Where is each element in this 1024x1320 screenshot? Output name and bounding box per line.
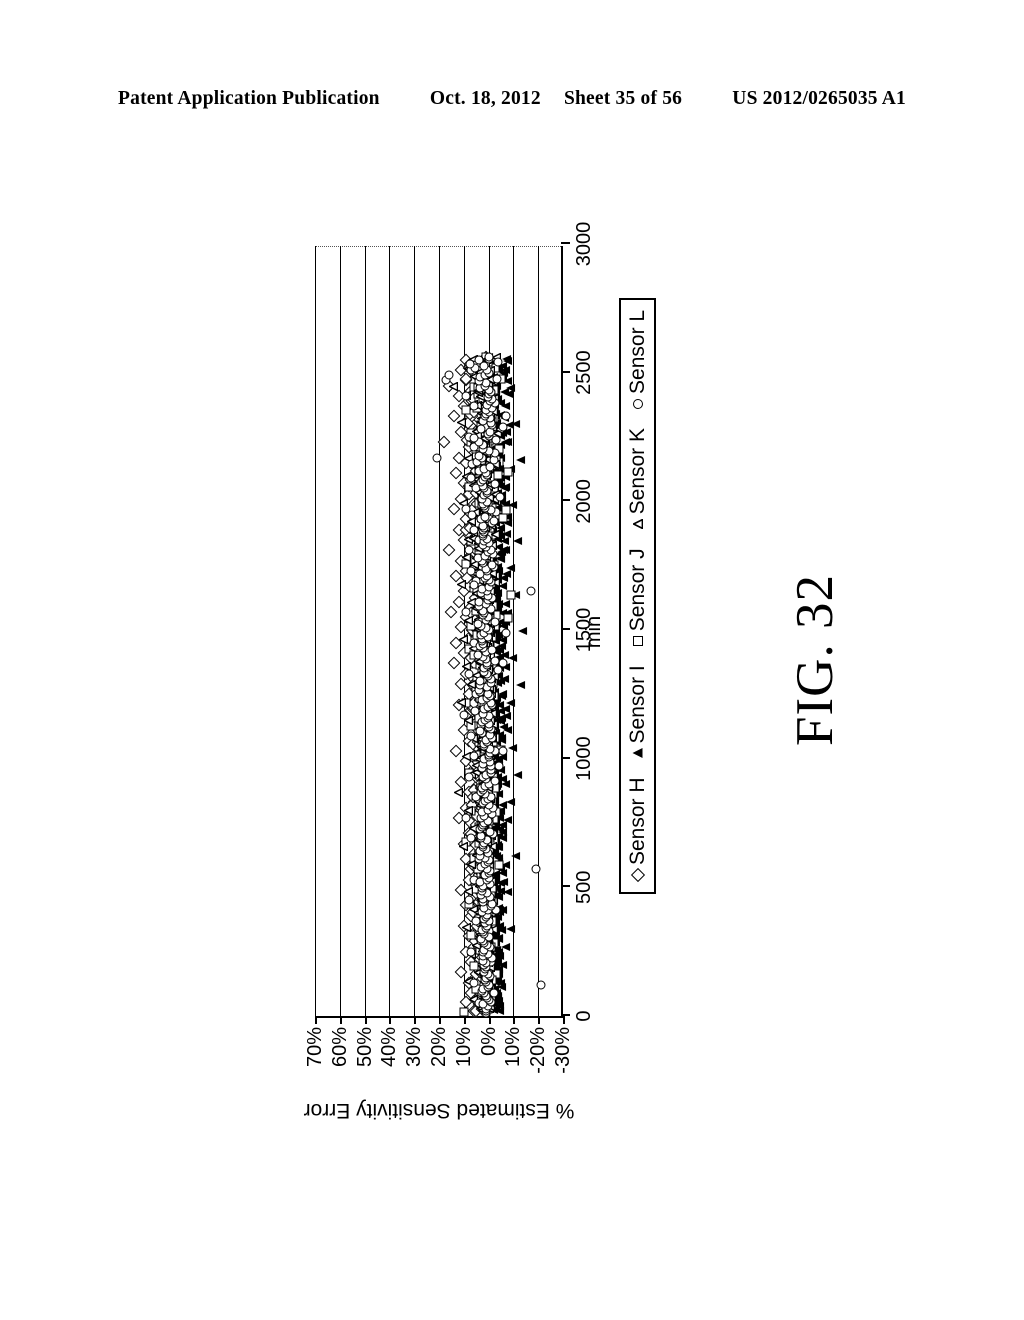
data-point-open-circle [467,510,477,520]
patent-header: Patent Application Publication Oct. 18, … [0,88,1024,110]
data-point-open-circle [470,706,480,716]
y-tick [439,1016,441,1024]
y-tick-label: 30% [403,1027,426,1068]
chart-legend: Sensor H Sensor I Sensor J Sensor K Sensor L [619,297,657,894]
legend-label: Sensor I [626,665,650,744]
y-tick-label: 10% [452,1027,475,1068]
data-point-open-circle [487,645,497,655]
legend-entry-sensor-j[interactable]: Sensor J [626,548,650,648]
x-tick [561,885,570,888]
data-point-open-circle [469,433,479,443]
y-tick [364,1016,367,1024]
data-point-open-square [632,636,643,647]
publication-label: Patent Application Publication [118,88,380,109]
data-point-open-circle [490,656,500,666]
data-point-open-circle [465,359,475,369]
data-point-open-circle [489,516,499,526]
y-tick [339,1016,342,1024]
data-point-open-circle [476,424,486,434]
x-tick [561,499,570,502]
y-tick-label: 20% [428,1027,450,1068]
y-tick-label: -20% [527,1027,550,1074]
legend-entry-sensor-k[interactable]: Sensor K [626,427,650,531]
legend-label: Sensor J [626,548,650,632]
x-tick [561,1014,570,1016]
publication-date: Oct. 18, 2012 [429,88,541,109]
data-point-open-circle [475,726,485,736]
x-tick [561,242,570,244]
open-triangle-icon [631,517,645,531]
open-square-icon [631,634,645,648]
data-point-open-circle [491,435,501,445]
y-tick-label: 60% [328,1027,351,1068]
document-number: US 2012/0265035 A1 [732,88,906,109]
legend-label: Sensor L [626,309,650,394]
data-point-open-circle [474,597,484,607]
data-point-open-diamond [630,867,645,883]
y-tick [315,1016,317,1024]
y-tick [538,1016,541,1024]
data-point-open-circle [493,357,503,367]
data-point-open-circle [498,422,508,432]
y-tick-label: -30% [552,1027,574,1074]
y-tick-label: 10% [502,1027,525,1068]
y-tick [563,1016,565,1024]
data-point-open-circle [492,374,502,384]
x-tick [561,756,570,759]
y-tick-label: 0% [477,1027,500,1056]
y-tick [414,1016,417,1024]
y-tick [463,1016,466,1024]
x-tick [561,628,570,630]
data-point-open-circle [490,776,500,786]
open-diamond-icon [630,867,645,883]
data-point-open-circle [632,398,643,409]
legend-label: Sensor H [626,777,650,865]
y-tick [389,1016,392,1024]
data-point-open-circle [487,560,497,570]
y-tick-label: 70% [304,1027,326,1068]
legend-label: Sensor K [626,427,650,515]
sheet-number: Sheet 35 of 56 [563,88,683,109]
x-tick [561,370,570,373]
y-axis-title-text: % Estimated Sensitivity Error [303,1099,575,1122]
open-circle-icon [631,397,645,411]
data-point-open-circle [493,665,503,675]
data-point-open-circle [469,580,479,590]
series-sensor-l-cluster [315,246,561,1016]
figure-32: % Estimated Sensitivity Error 70% 60% 50% 4… [297,210,727,1122]
y-tick-label: 40% [378,1027,401,1068]
plot-area: 70% 60% 50% 40% 30% 20% 10% 0% 10% -20% -30% 0 500 1… [304,222,595,1074]
data-point-open-circle [495,492,505,502]
y-tick-label: 50% [353,1027,376,1068]
data-point-filled-triangle [632,748,643,759]
y-tick [513,1016,516,1024]
legend-entry-sensor-i[interactable]: Sensor I [626,665,650,760]
figure-caption-text: FIG. 32 [786,574,844,746]
scatter-chart: % Estimated Sensitivity Error 70% 60% 50% 4… [297,210,605,1122]
y-tick [488,1016,491,1024]
data-point-open-circle [484,352,494,362]
filled-triangle-icon [631,746,645,760]
legend-entry-sensor-h[interactable]: Sensor H [626,777,650,883]
data-point-open-circle [490,479,500,489]
x-axis-title: min [583,615,605,649]
legend-entry-sensor-l[interactable]: Sensor L [626,309,650,411]
